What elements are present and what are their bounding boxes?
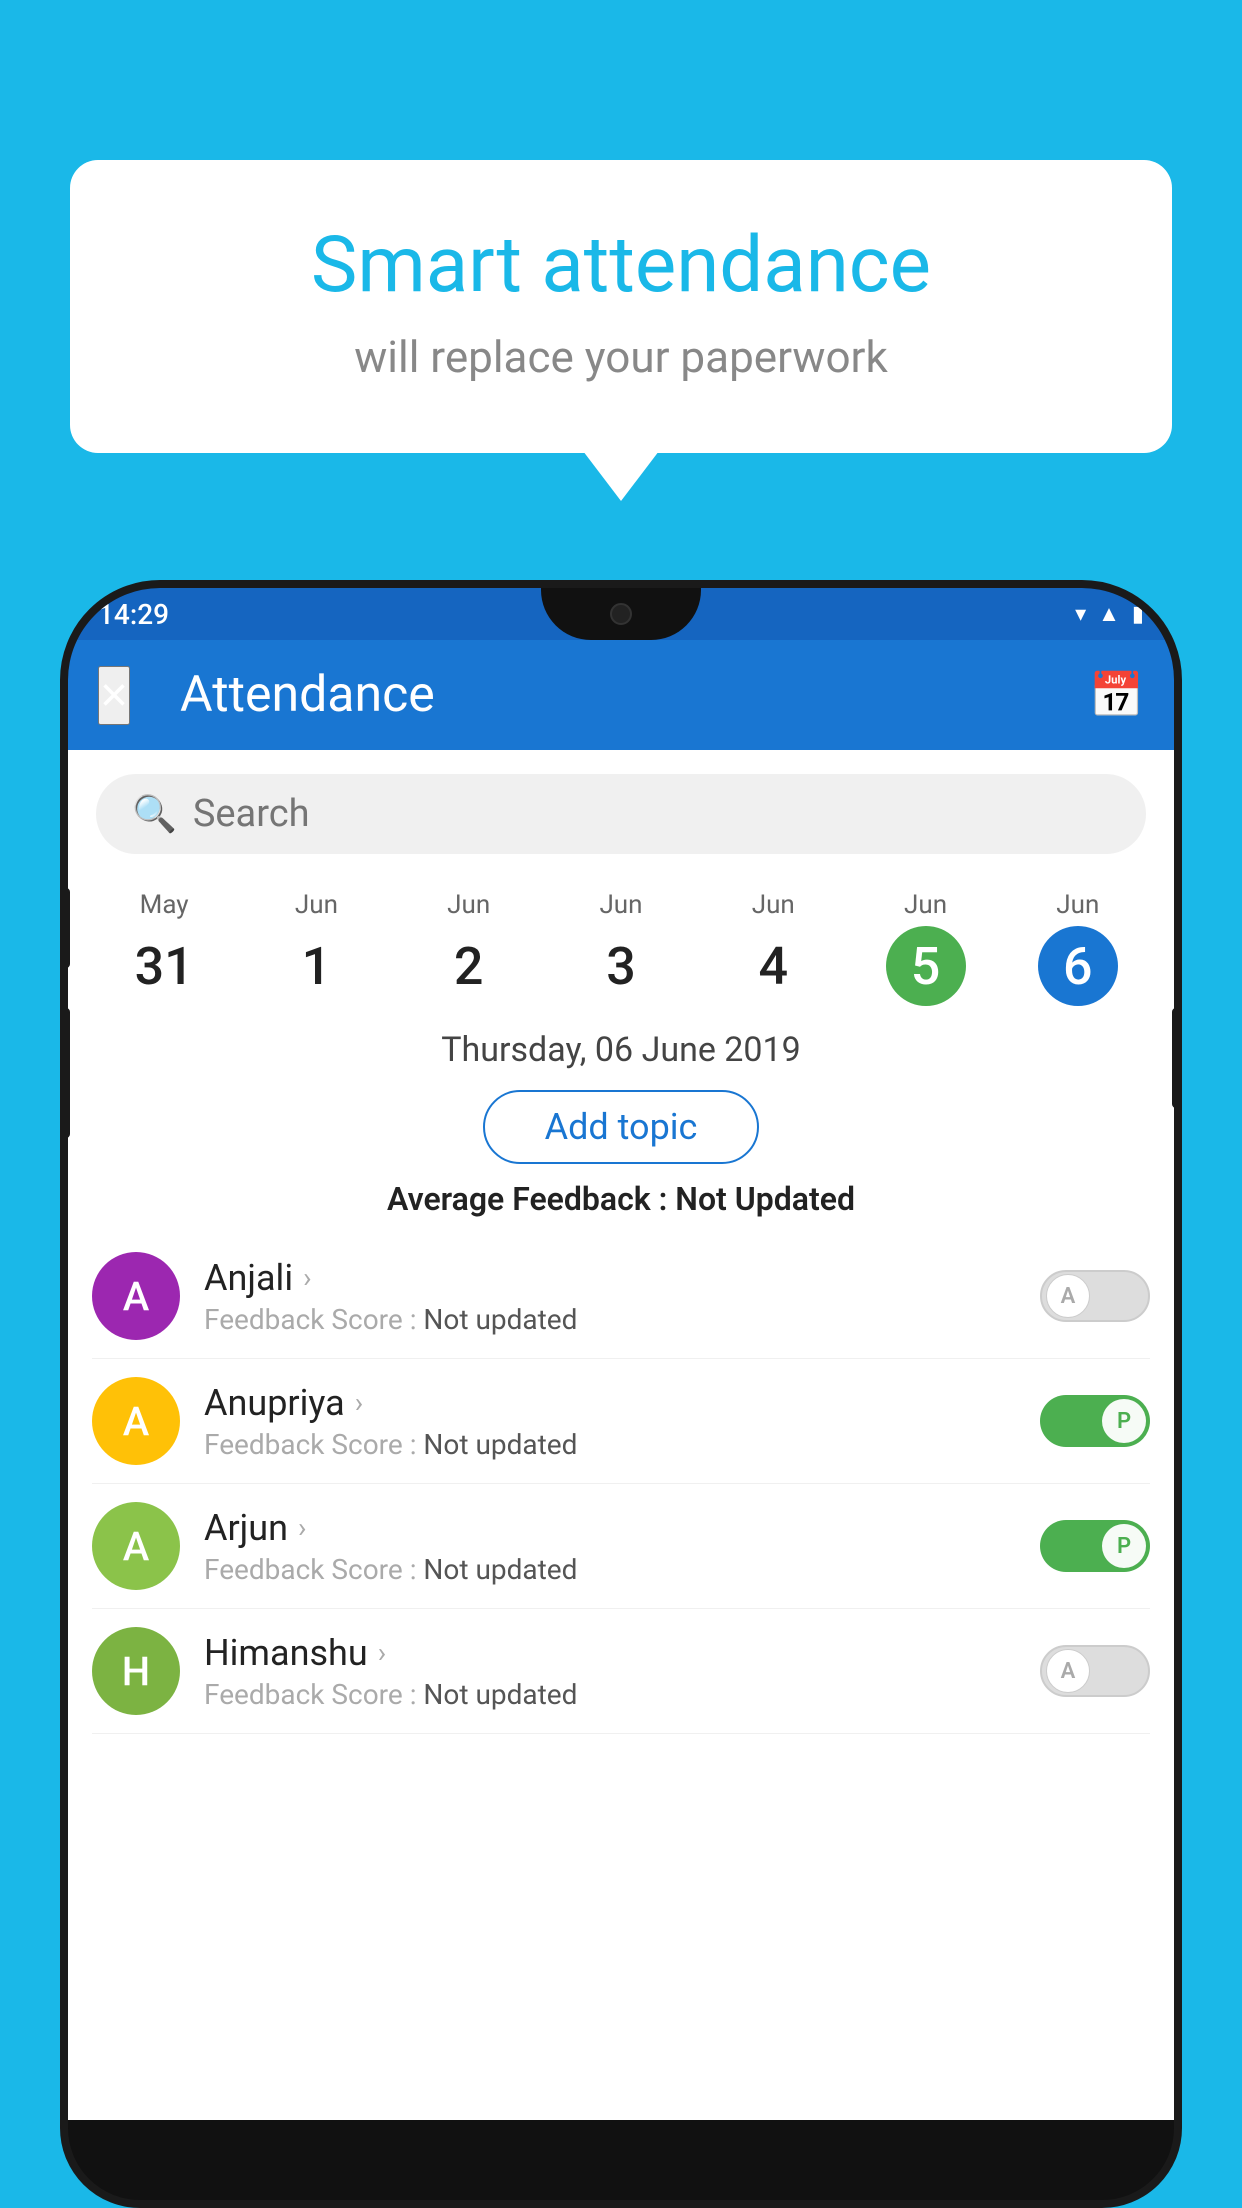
status-icons: ▾ ▲ ▮ (1075, 601, 1144, 627)
student-info[interactable]: Arjun › Feedback Score : Not updated (204, 1507, 1040, 1586)
status-time: 14:29 (98, 598, 169, 631)
toggle-knob: A (1046, 1649, 1090, 1693)
toggle-off[interactable]: A (1040, 1645, 1150, 1697)
date-number[interactable]: 3 (581, 926, 661, 1006)
date-item-jun4[interactable]: Jun 4 (697, 890, 849, 1006)
student-info[interactable]: Anupriya › Feedback Score : Not updated (204, 1382, 1040, 1461)
avatar: H (92, 1627, 180, 1715)
date-number[interactable]: 4 (733, 926, 813, 1006)
phone-frame: 14:29 ▾ ▲ ▮ × Attendance 📅 🔍 May 31 Jun … (60, 580, 1182, 2208)
student-info[interactable]: Himanshu › Feedback Score : Not updated (204, 1632, 1040, 1711)
date-month: Jun (393, 890, 545, 920)
date-month: Jun (1002, 890, 1154, 920)
speech-bubble-subtitle: will replace your paperwork (150, 331, 1092, 383)
avatar: A (92, 1252, 180, 1340)
avatar: A (92, 1377, 180, 1465)
status-bar: 14:29 ▾ ▲ ▮ (68, 588, 1174, 640)
student-name[interactable]: Arjun › (204, 1507, 1040, 1549)
camera (610, 603, 632, 625)
close-button[interactable]: × (98, 666, 130, 725)
avatar: A (92, 1502, 180, 1590)
list-item: A Anupriya › Feedback Score : Not update… (92, 1359, 1150, 1484)
date-strip: May 31 Jun 1 Jun 2 Jun 3 Jun 4 Jun 5 (68, 870, 1174, 1006)
volume-up-button[interactable] (60, 888, 70, 968)
wifi-icon: ▾ (1075, 602, 1086, 627)
volume-down-button[interactable] (60, 1008, 70, 1138)
date-month: Jun (240, 890, 392, 920)
power-button[interactable] (1172, 1008, 1182, 1108)
avg-feedback: Average Feedback : Not Updated (68, 1164, 1174, 1234)
student-name[interactable]: Anupriya › (204, 1382, 1040, 1424)
search-input[interactable] (193, 792, 1110, 836)
attendance-toggle[interactable]: P (1040, 1395, 1150, 1447)
feedback-score: Feedback Score : Not updated (204, 1303, 1040, 1336)
calendar-icon[interactable]: 📅 (1089, 669, 1144, 721)
date-number[interactable]: 1 (276, 926, 356, 1006)
date-item-may31[interactable]: May 31 (88, 890, 240, 1006)
attendance-toggle[interactable]: P (1040, 1520, 1150, 1572)
date-item-jun6[interactable]: Jun 6 (1002, 890, 1154, 1006)
speech-bubble: Smart attendance will replace your paper… (70, 160, 1172, 453)
selected-date: Thursday, 06 June 2019 (68, 1006, 1174, 1070)
avg-feedback-value: Not Updated (675, 1180, 855, 1218)
date-item-jun3[interactable]: Jun 3 (545, 890, 697, 1006)
student-info[interactable]: Anjali › Feedback Score : Not updated (204, 1257, 1040, 1336)
attendance-toggle[interactable]: A (1040, 1270, 1150, 1322)
chevron-right-icon: › (355, 1386, 363, 1419)
app-title: Attendance (180, 666, 1089, 724)
chevron-right-icon: › (378, 1636, 386, 1669)
student-name[interactable]: Himanshu › (204, 1632, 1040, 1674)
speech-bubble-title: Smart attendance (150, 220, 1092, 311)
chevron-right-icon: › (298, 1511, 306, 1544)
date-month: Jun (545, 890, 697, 920)
search-bar[interactable]: 🔍 (96, 774, 1146, 854)
feedback-score: Feedback Score : Not updated (204, 1553, 1040, 1586)
feedback-score: Feedback Score : Not updated (204, 1678, 1040, 1711)
toggle-knob: P (1102, 1399, 1146, 1443)
notch (541, 588, 701, 640)
date-item-jun2[interactable]: Jun 2 (393, 890, 545, 1006)
toggle-knob: A (1046, 1274, 1090, 1318)
signal-icon: ▲ (1098, 601, 1120, 627)
student-list: A Anjali › Feedback Score : Not updated … (68, 1234, 1174, 1734)
app-bar: × Attendance 📅 (68, 640, 1174, 750)
app-content: 🔍 May 31 Jun 1 Jun 2 Jun 3 Jun 4 (68, 750, 1174, 2120)
add-topic-button[interactable]: Add topic (483, 1090, 760, 1164)
date-month: May (88, 890, 240, 920)
search-icon: 🔍 (132, 793, 177, 835)
attendance-toggle[interactable]: A (1040, 1645, 1150, 1697)
avg-feedback-label: Average Feedback : (387, 1180, 667, 1218)
feedback-score: Feedback Score : Not updated (204, 1428, 1040, 1461)
date-item-jun1[interactable]: Jun 1 (240, 890, 392, 1006)
student-name[interactable]: Anjali › (204, 1257, 1040, 1299)
toggle-off[interactable]: A (1040, 1270, 1150, 1322)
list-item: A Arjun › Feedback Score : Not updated P (92, 1484, 1150, 1609)
date-number-selected[interactable]: 6 (1038, 926, 1118, 1006)
date-number[interactable]: 31 (124, 926, 204, 1006)
toggle-on[interactable]: P (1040, 1520, 1150, 1572)
date-item-jun5[interactable]: Jun 5 (849, 890, 1001, 1006)
date-number-today[interactable]: 5 (886, 926, 966, 1006)
list-item: H Himanshu › Feedback Score : Not update… (92, 1609, 1150, 1734)
battery-icon: ▮ (1132, 602, 1144, 627)
toggle-on[interactable]: P (1040, 1395, 1150, 1447)
date-month: Jun (849, 890, 1001, 920)
date-month: Jun (697, 890, 849, 920)
date-number[interactable]: 2 (429, 926, 509, 1006)
list-item: A Anjali › Feedback Score : Not updated … (92, 1234, 1150, 1359)
chevron-right-icon: › (303, 1261, 311, 1294)
toggle-knob: P (1102, 1524, 1146, 1568)
